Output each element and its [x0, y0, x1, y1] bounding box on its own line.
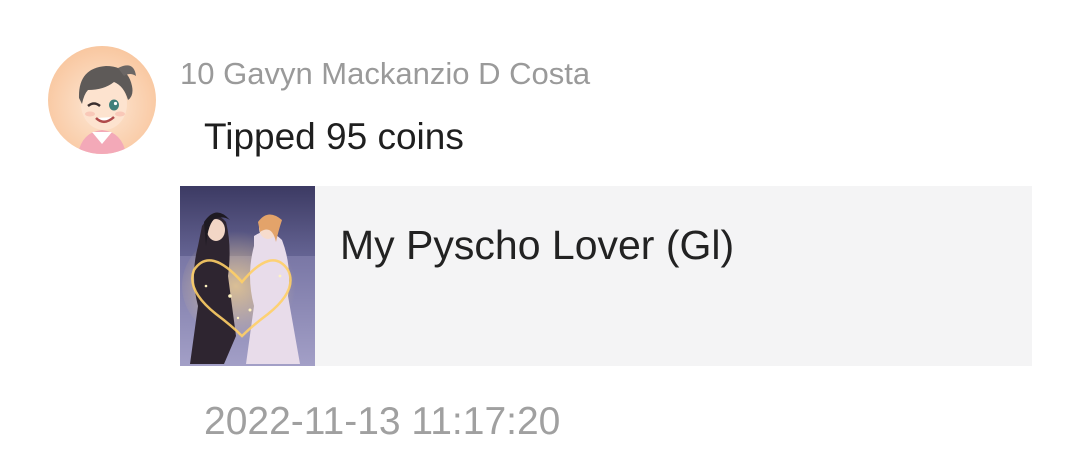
user-avatar[interactable]: [48, 46, 156, 154]
book-title[interactable]: My Pyscho Lover (Gl): [340, 222, 734, 268]
book-card[interactable]: My Pyscho Lover (Gl): [180, 186, 1032, 366]
tip-message: Tipped 95 coins: [204, 116, 464, 157]
tip-timestamp: 2022-11-13 11:17:20: [204, 400, 561, 443]
user-avatar-icon: [78, 65, 136, 154]
book-cover-illustration: [180, 186, 315, 366]
username[interactable]: 10 Gavyn Mackanzio D Costa: [180, 56, 590, 92]
book-cover-image[interactable]: [180, 186, 315, 366]
